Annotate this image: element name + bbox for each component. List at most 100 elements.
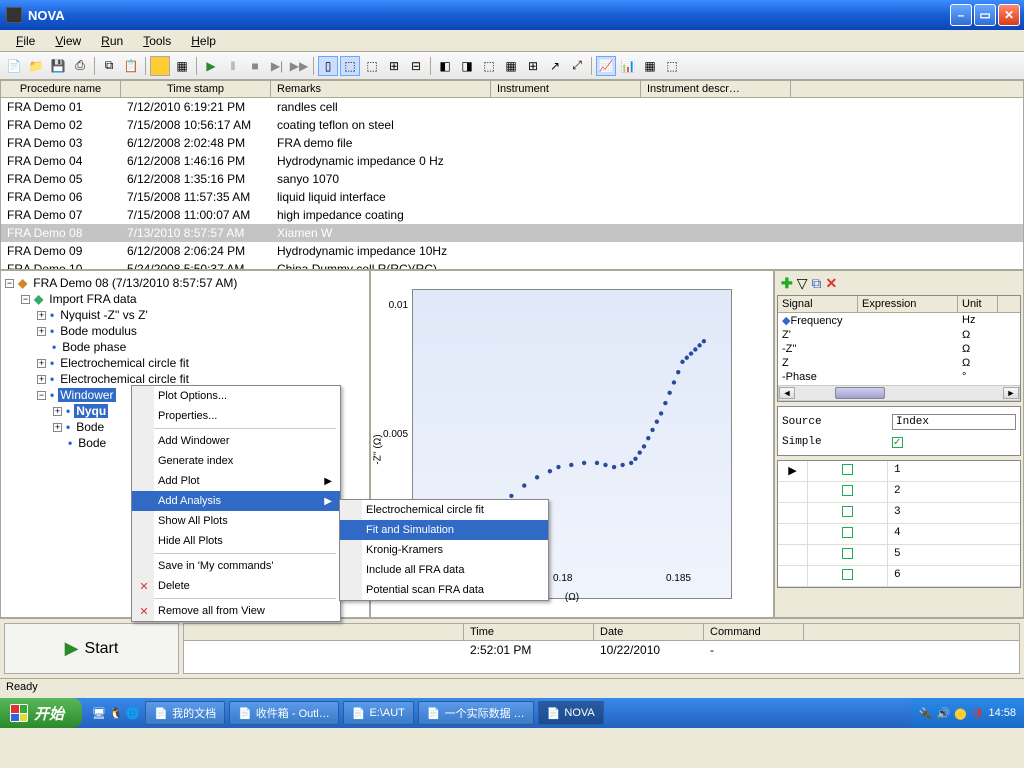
col-unit[interactable]: Unit: [958, 296, 998, 312]
quick-launch-icon[interactable]: 🖥: [92, 707, 106, 720]
tb-tool7-icon[interactable]: ⤢: [567, 56, 587, 76]
tb-panel4-icon[interactable]: ⊞: [384, 56, 404, 76]
tb-panel2-icon[interactable]: ⬚: [340, 56, 360, 76]
start-menu-button[interactable]: 开始: [0, 698, 82, 728]
index-row[interactable]: 2: [778, 482, 1020, 503]
tb-tool4-icon[interactable]: ▦: [501, 56, 521, 76]
col-remarks[interactable]: Remarks: [271, 81, 491, 97]
table-row[interactable]: FRA Demo 067/15/2008 11:57:35 AMliquid l…: [1, 188, 1023, 206]
tree-item[interactable]: Bode phase: [60, 340, 128, 354]
index-row[interactable]: 3: [778, 503, 1020, 524]
expand-icon[interactable]: +: [37, 311, 46, 320]
tb-save-icon[interactable]: 💾: [48, 56, 68, 76]
data-tree[interactable]: −◆FRA Demo 08 (7/13/2010 8:57:57 AM) −◆I…: [0, 270, 370, 618]
menu-item[interactable]: Add Windower: [132, 431, 340, 451]
add-icon[interactable]: ✚: [781, 275, 793, 292]
tb-chart1-icon[interactable]: 📈: [596, 56, 616, 76]
menu-item[interactable]: Kronig-Kramers: [340, 540, 548, 560]
tb-grid-icon[interactable]: ▦: [172, 56, 192, 76]
scroll-right-icon[interactable]: ►: [1003, 387, 1019, 399]
tb-tool3-icon[interactable]: ⬚: [479, 56, 499, 76]
col-command[interactable]: Command: [704, 624, 804, 640]
taskbar-item[interactable]: 📄NOVA: [538, 701, 604, 725]
collapse-icon[interactable]: −: [37, 391, 46, 400]
menu-item[interactable]: Properties...: [132, 406, 340, 426]
col-signal[interactable]: Signal: [778, 296, 858, 312]
command-log[interactable]: Time Date Command 2:52:01 PM 10/22/2010 …: [183, 623, 1020, 674]
minimize-button[interactable]: –: [950, 4, 972, 26]
tb-pause-icon[interactable]: ‖: [223, 56, 243, 76]
menu-item[interactable]: Potential scan FRA data: [340, 580, 548, 600]
taskbar-item[interactable]: 📄一个实际数据 …: [418, 701, 534, 725]
tb-play-icon[interactable]: ▶: [201, 56, 221, 76]
menu-item[interactable]: ✕Delete: [132, 576, 340, 596]
tb-stop-icon[interactable]: ■: [245, 56, 265, 76]
tree-windower[interactable]: Windower: [58, 388, 115, 402]
table-row[interactable]: FRA Demo 046/12/2008 1:46:16 PMHydrodyna…: [1, 152, 1023, 170]
col-instrument[interactable]: Instrument: [491, 81, 641, 97]
tb-paste-icon[interactable]: 📋: [121, 56, 141, 76]
menu-file[interactable]: File: [8, 32, 43, 50]
tb-new-icon[interactable]: 📄: [4, 56, 24, 76]
menu-item[interactable]: Hide All Plots: [132, 531, 340, 551]
tree-import[interactable]: Import FRA data: [47, 292, 138, 306]
table-row[interactable]: FRA Demo 027/15/2008 10:56:17 AMcoating …: [1, 116, 1023, 134]
source-value[interactable]: Index: [892, 414, 1016, 430]
menu-item[interactable]: ✕Remove all from View: [132, 601, 340, 621]
tb-cfg-icon[interactable]: ⬚: [662, 56, 682, 76]
signal-row[interactable]: ◆FrequencyHz: [778, 313, 1020, 328]
col-procedure-name[interactable]: Procedure name: [1, 81, 121, 97]
delete-icon[interactable]: ✕: [826, 275, 838, 292]
taskbar-item[interactable]: 📄收件箱 - Outl…: [229, 701, 339, 725]
system-tray[interactable]: 🔌 🔊 ⬤ 🛡 14:58: [911, 698, 1024, 728]
tb-panel1-icon[interactable]: ▯: [318, 56, 338, 76]
tb-tool1-icon[interactable]: ◧: [435, 56, 455, 76]
tb-table-icon[interactable]: ▦: [640, 56, 660, 76]
col-date[interactable]: Date: [594, 624, 704, 640]
start-button[interactable]: ▶ Start: [4, 623, 179, 674]
tree-item[interactable]: Nyquist -Z'' vs Z': [58, 308, 150, 322]
table-row[interactable]: FRA Demo 105/24/2008 5:50:37 AMChina Dum…: [1, 260, 1023, 270]
col-timestamp[interactable]: Time stamp: [121, 81, 271, 97]
collapse-icon[interactable]: −: [5, 279, 14, 288]
tb-yellow-icon[interactable]: [150, 56, 170, 76]
menu-item[interactable]: Add Analysis▶: [132, 491, 340, 511]
tree-item[interactable]: Electrochemical circle fit: [58, 356, 191, 370]
menu-item[interactable]: Show All Plots: [132, 511, 340, 531]
menu-item[interactable]: Electrochemical circle fit: [340, 500, 548, 520]
tray-clock[interactable]: 14:58: [988, 707, 1016, 719]
col-instrument-desc[interactable]: Instrument descr…: [641, 81, 791, 97]
menu-item[interactable]: Generate index: [132, 451, 340, 471]
taskbar-item[interactable]: 📄E:\AUT: [343, 701, 414, 725]
horizontal-scrollbar[interactable]: ◄ ►: [778, 385, 1020, 401]
close-button[interactable]: ✕: [998, 4, 1020, 26]
tb-next-icon[interactable]: ▶|: [267, 56, 287, 76]
filter-icon[interactable]: ▽: [797, 275, 808, 292]
signal-row[interactable]: Z'Ω: [778, 328, 1020, 342]
tb-tool6-icon[interactable]: ↗: [545, 56, 565, 76]
tb-tool2-icon[interactable]: ◨: [457, 56, 477, 76]
tray-icon[interactable]: 🔊: [936, 707, 950, 720]
menu-run[interactable]: Run: [93, 32, 131, 50]
table-row[interactable]: FRA Demo 036/12/2008 2:02:48 PMFRA demo …: [1, 134, 1023, 152]
tree-item[interactable]: Bode modulus: [58, 324, 139, 338]
signal-row[interactable]: -Z''Ω: [778, 342, 1020, 356]
tb-panel5-icon[interactable]: ⊟: [406, 56, 426, 76]
menu-item[interactable]: Fit and Simulation: [340, 520, 548, 540]
tree-sub[interactable]: Nyqu: [74, 404, 108, 418]
col-time[interactable]: Time: [464, 624, 594, 640]
expand-icon[interactable]: +: [37, 375, 46, 384]
menu-item[interactable]: Save in 'My commands': [132, 556, 340, 576]
tb-print-icon[interactable]: ⎙: [70, 56, 90, 76]
col-expression[interactable]: Expression: [858, 296, 958, 312]
tb-open-icon[interactable]: 📁: [26, 56, 46, 76]
collapse-icon[interactable]: −: [21, 295, 30, 304]
menu-help[interactable]: Help: [183, 32, 224, 50]
expand-icon[interactable]: +: [37, 359, 46, 368]
scroll-thumb[interactable]: [835, 387, 885, 399]
tree-sub[interactable]: Bode: [74, 420, 106, 434]
menu-tools[interactable]: Tools: [135, 32, 179, 50]
index-row[interactable]: 5: [778, 545, 1020, 566]
expand-icon[interactable]: +: [53, 423, 62, 432]
table-row[interactable]: FRA Demo 077/15/2008 11:00:07 AMhigh imp…: [1, 206, 1023, 224]
